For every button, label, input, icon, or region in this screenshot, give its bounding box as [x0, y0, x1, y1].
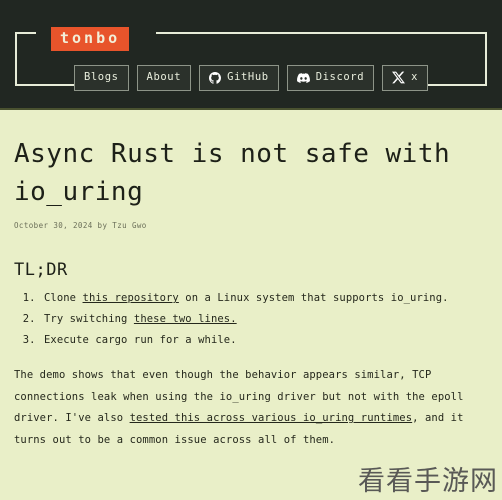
nav-item-discord[interactable]: Discord [286, 65, 375, 91]
nav-item-blogs[interactable]: Blogs [73, 65, 129, 91]
these-two-lines-link[interactable]: these two lines. [134, 313, 237, 325]
discord-icon [296, 72, 310, 83]
nav-item-blogs-label: Blogs [83, 71, 119, 84]
this-repository-link[interactable]: this repository [83, 292, 179, 304]
nav-item-about-label: About [146, 71, 182, 84]
site-header: tonbo Blogs About GitHub Discord x [0, 0, 502, 110]
tldr-item-1-after: on a Linux system that supports io_uring… [178, 292, 449, 305]
article: Async Rust is not safe with io_uring Oct… [0, 136, 502, 451]
page-title: Async Rust is not safe with io_uring [14, 139, 451, 207]
tldr-item-1-before: Clone [44, 292, 83, 305]
x-icon [392, 71, 406, 84]
site-logo[interactable]: tonbo [51, 27, 130, 51]
tldr-item-2-before: Try switching [44, 313, 134, 326]
watermark: 看看手游网 [358, 466, 498, 497]
tldr-list: Clone this repository on a Linux system … [14, 288, 488, 351]
list-item: Clone this repository on a Linux system … [42, 288, 488, 309]
tldr-item-3-before: Execute cargo run for a while. [44, 334, 237, 347]
section-title-tldr: TL;DR [14, 260, 68, 281]
github-icon [209, 71, 222, 84]
nav-item-x[interactable]: x [382, 65, 429, 91]
main-nav: Blogs About GitHub Discord x [0, 65, 502, 91]
article-paragraph: The demo shows that even though the beha… [14, 365, 488, 451]
tested-this-link[interactable]: tested this across various io_uring runt… [130, 412, 413, 424]
nav-item-github[interactable]: GitHub [199, 65, 279, 91]
article-byline: October 30, 2024 by Tzu Gwo [14, 221, 147, 231]
nav-item-discord-label: Discord [315, 71, 365, 84]
nav-item-about[interactable]: About [136, 65, 192, 91]
nav-item-github-label: GitHub [227, 71, 269, 84]
list-item: Execute cargo run for a while. [42, 330, 488, 351]
page-root: tonbo Blogs About GitHub Discord x Async… [0, 0, 502, 500]
list-item: Try switching these two lines. [42, 309, 488, 330]
nav-item-x-label: x [411, 71, 419, 84]
